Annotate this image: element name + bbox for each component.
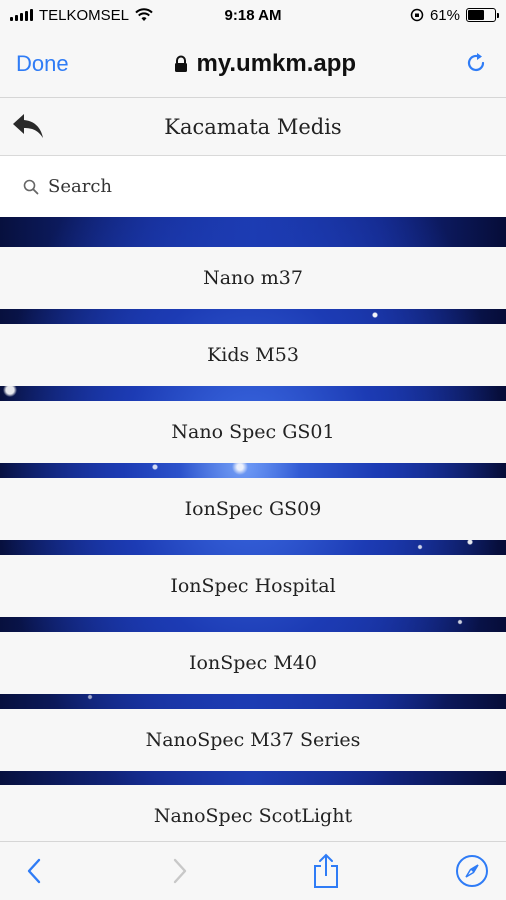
list-item[interactable]: IonSpec GS09 [0,478,506,540]
chevron-right-icon [173,858,187,884]
refresh-icon [467,52,485,71]
share-icon [314,853,338,888]
search-bar [0,156,506,217]
url-text: my.umkm.app [196,49,357,77]
app-header: Kacamata Medis [0,98,506,156]
list-item[interactable]: IonSpec M40 [0,632,506,694]
chevron-left-icon [27,858,41,884]
status-bar: TELKOMSEL 9:18 AM 61% [0,0,506,30]
browser-forward-button[interactable] [162,851,198,891]
url-display[interactable]: my.umkm.app [174,50,356,78]
page-title: Kacamata Medis [164,114,342,139]
list-item[interactable]: NanoSpec M37 Series [0,709,506,771]
list-item[interactable]: IonSpec Hospital [0,555,506,617]
carrier-name: TELKOMSEL [39,6,130,24]
signal-icon [10,9,33,21]
reply-arrow-icon [13,114,43,138]
list-item[interactable]: Nano m37 [0,247,506,309]
search-input[interactable] [48,176,468,197]
browser-toolbar [0,841,506,900]
list-item[interactable]: Nano Spec GS01 [0,401,506,463]
back-button[interactable] [10,110,46,144]
product-list: Nano m37 Kids M53 Nano Spec GS01 IonSpec… [0,217,506,841]
wifi-icon [135,8,153,21]
carrier-info: TELKOMSEL [10,7,153,24]
done-button[interactable]: Done [16,51,69,77]
list-item[interactable]: NanoSpec ScotLight [0,785,506,841]
share-button[interactable] [308,851,344,891]
battery-info: 61% [410,6,499,24]
open-in-safari-button[interactable] [454,851,490,891]
orientation-lock-icon [410,8,424,22]
battery-percent: 61% [429,6,460,24]
browser-bar: Done my.umkm.app [0,30,506,98]
lock-icon [175,55,188,72]
battery-icon [466,8,499,22]
battery-fill [468,10,484,20]
search-icon [23,179,39,194]
compass-icon [456,855,488,887]
refresh-button[interactable] [462,50,490,78]
browser-back-button[interactable] [16,851,52,891]
list-item[interactable]: Kids M53 [0,324,506,386]
